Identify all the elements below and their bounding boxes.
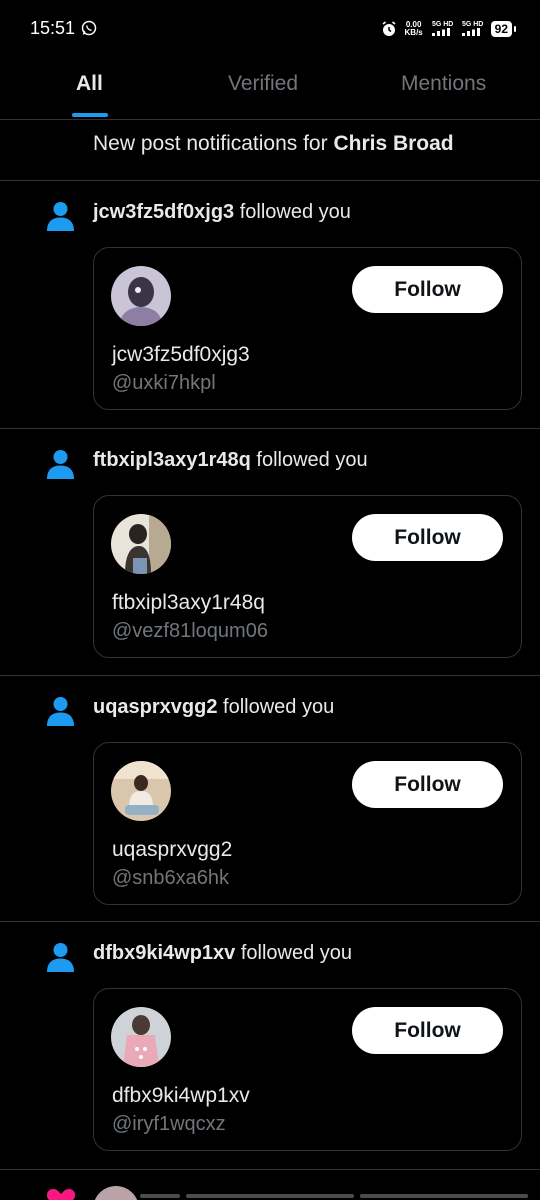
card-handle: @snb6xa6hk	[112, 867, 230, 889]
user-card[interactable]: Follow ftbxipl3axy1r48q @vezf81loqum06	[93, 495, 522, 658]
follow-button[interactable]: Follow	[352, 1007, 503, 1054]
tab-mentions[interactable]: Mentions	[401, 72, 486, 96]
card-display-name: dfbx9ki4wp1xv	[112, 1084, 250, 1107]
notification-username: jcw3fz5df0xjg3	[93, 201, 235, 223]
card-handle: @vezf81loqum06	[112, 620, 268, 642]
person-icon	[47, 202, 74, 231]
notification-item[interactable]: jcw3fz5df0xjg3 followed you Follow jcw3f…	[0, 181, 540, 429]
post-notifications-banner[interactable]: New post notifications for Chris Broad	[0, 120, 540, 181]
card-handle: @uxki7hkpl	[112, 372, 216, 394]
notification-item[interactable]: uqasprxvgg2 followed you Follow uqasprxv…	[0, 676, 540, 922]
person-icon	[47, 697, 74, 726]
notification-title: ftbxipl3axy1r48q followed you	[93, 449, 368, 471]
story-progress	[140, 1194, 528, 1198]
person-icon	[47, 943, 74, 972]
battery-icon: 92	[490, 21, 517, 37]
tab-all[interactable]: All	[76, 72, 103, 96]
signal-bars-icon	[431, 27, 450, 36]
banner-text: New post notifications for Chris Broad	[93, 132, 454, 155]
notification-username: ftbxipl3axy1r48q	[93, 449, 251, 471]
card-display-name: uqasprxvgg2	[112, 838, 233, 861]
active-tab-indicator	[72, 113, 108, 117]
notification-title: uqasprxvgg2 followed you	[93, 696, 335, 718]
status-bar: 15:51 0.00 KB/s 5G HD 5G HD 92	[0, 0, 540, 58]
signal-2: 5G HD	[461, 21, 485, 38]
user-card[interactable]: Follow uqasprxvgg2 @snb6xa6hk	[93, 742, 522, 905]
whatsapp-icon	[81, 20, 97, 36]
user-card[interactable]: Follow dfbx9ki4wp1xv @iryf1wqcxz	[93, 988, 522, 1151]
signal-1: 5G HD	[431, 21, 455, 38]
next-notification-peek	[0, 1170, 540, 1200]
network-speed: 0.00 KB/s	[404, 20, 423, 37]
card-handle: @iryf1wqcxz	[112, 1113, 226, 1135]
notification-item[interactable]: ftbxipl3axy1r48q followed you Follow ftb…	[0, 429, 540, 676]
follow-button[interactable]: Follow	[352, 761, 503, 808]
notification-tabs: All Verified Mentions	[0, 58, 540, 120]
status-icons: 0.00 KB/s 5G HD 5G HD 92	[381, 18, 517, 40]
signal-bars-icon	[461, 27, 480, 36]
card-display-name: ftbxipl3axy1r48q	[112, 591, 265, 614]
person-icon	[47, 450, 74, 479]
follow-button[interactable]: Follow	[352, 514, 503, 561]
notification-item[interactable]: dfbx9ki4wp1xv followed you Follow dfbx9k…	[0, 922, 540, 1170]
avatar[interactable]	[111, 1007, 171, 1067]
card-display-name: jcw3fz5df0xjg3	[112, 343, 250, 366]
avatar[interactable]	[111, 514, 171, 574]
status-time: 15:51	[30, 18, 76, 38]
follow-button[interactable]: Follow	[352, 266, 503, 313]
notification-username: dfbx9ki4wp1xv	[93, 942, 236, 964]
notification-username: uqasprxvgg2	[93, 696, 218, 718]
alarm-icon	[382, 21, 396, 36]
avatar[interactable]	[111, 266, 171, 326]
notification-title: dfbx9ki4wp1xv followed you	[93, 942, 353, 964]
user-card[interactable]: Follow jcw3fz5df0xjg3 @uxki7hkpl	[93, 247, 522, 410]
avatar[interactable]	[111, 761, 171, 821]
tab-verified[interactable]: Verified	[228, 72, 298, 96]
avatar[interactable]	[93, 1186, 139, 1200]
notification-title: jcw3fz5df0xjg3 followed you	[93, 201, 351, 223]
banner-name: Chris Broad	[333, 132, 454, 155]
heart-icon	[46, 1189, 76, 1200]
